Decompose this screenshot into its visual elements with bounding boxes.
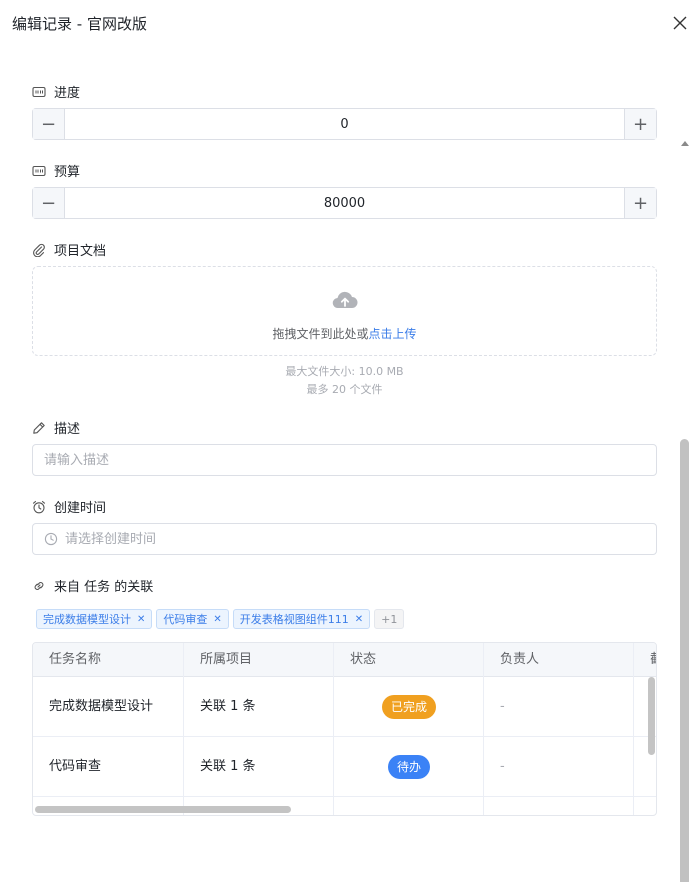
task-name-cell: 代码审查 <box>33 737 184 797</box>
budget-decrement-button[interactable]: − <box>33 188 65 218</box>
dialog-scrollbar[interactable] <box>679 140 691 882</box>
tag-close-icon[interactable]: ✕ <box>355 614 363 625</box>
relation-tag[interactable]: 代码审查 ✕ <box>156 609 229 629</box>
status-cell: 待办 <box>334 737 484 797</box>
relation-tag[interactable]: 完成数据模型设计 ✕ <box>36 609 153 629</box>
dialog-title: 编辑记录 - 官网改版 <box>12 15 147 33</box>
budget-label: 预算 <box>32 161 80 180</box>
scroll-up-arrow-icon[interactable] <box>681 140 689 146</box>
owner-cell: - <box>484 677 634 737</box>
upload-drop-text: 拖拽文件到此处或 <box>272 327 369 341</box>
progress-stepper: − 0 + <box>32 108 657 140</box>
documents-label-text: 项目文档 <box>54 244 107 259</box>
task-name-cell: 完成数据模型设计 <box>33 677 184 737</box>
relations-label-text: 来自 任务 的关联 <box>54 580 154 595</box>
upload-text: 拖拽文件到此处或点击上传 <box>33 325 656 342</box>
tag-close-icon[interactable]: ✕ <box>137 614 145 625</box>
dialog-header: 编辑记录 - 官网改版 <box>0 0 692 48</box>
relation-tag[interactable]: 开发表格视图组件111 ✕ <box>232 609 371 629</box>
budget-stepper: − 80000 + <box>32 187 657 219</box>
file-upload-dropzone[interactable]: 拖拽文件到此处或点击上传 <box>32 266 657 356</box>
relations-table: 任务名称 所属项目 状态 负责人 截 完成数据模型设计 关联 1 条 已完成 -… <box>32 642 657 816</box>
description-input-wrapper <box>32 444 657 476</box>
progress-decrement-button[interactable]: − <box>33 109 65 139</box>
created-time-input[interactable] <box>33 524 656 554</box>
close-icon[interactable] <box>672 15 688 31</box>
alarm-clock-icon <box>32 500 46 514</box>
progress-label: 进度 <box>32 82 80 101</box>
table-vertical-scrollbar[interactable] <box>648 677 655 755</box>
status-badge: 已完成 <box>382 695 437 719</box>
status-cell <box>334 797 484 815</box>
status-cell: 已完成 <box>334 677 484 737</box>
budget-label-text: 预算 <box>54 165 81 180</box>
progress-value[interactable]: 0 <box>65 109 624 139</box>
column-header-task-name[interactable]: 任务名称 <box>33 643 184 677</box>
dialog-scrollbar-thumb[interactable] <box>680 439 689 882</box>
table-header: 任务名称 所属项目 状态 负责人 截 <box>33 643 656 677</box>
clock-icon <box>44 532 58 546</box>
more-tags-badge[interactable]: +1 <box>374 609 405 629</box>
created-time-label-text: 创建时间 <box>54 501 107 516</box>
budget-value[interactable]: 80000 <box>65 188 624 218</box>
project-cell: 关联 1 条 <box>184 737 334 797</box>
table-row[interactable]: 完成数据模型设计 关联 1 条 已完成 - <box>33 677 656 737</box>
number-field-icon <box>32 164 46 178</box>
table-horizontal-scrollbar[interactable] <box>35 806 291 813</box>
column-header-owner[interactable]: 负责人 <box>484 643 634 677</box>
column-header-status[interactable]: 状态 <box>334 643 484 677</box>
link-icon <box>32 579 46 593</box>
relation-tag-label: 代码审查 <box>163 613 208 626</box>
relation-tag-label: 开发表格视图组件111 <box>239 613 349 626</box>
progress-label-text: 进度 <box>54 86 81 101</box>
number-field-icon <box>32 85 46 99</box>
dialog-body: 进度 − 0 + 预算 − 80000 + 项目文档 拖拽文件到此处或点击上传 … <box>0 48 692 882</box>
upload-max-size: 最大文件大小: 10.0 MB <box>285 365 404 378</box>
cloud-upload-icon <box>331 289 359 311</box>
status-badge: 待办 <box>388 755 431 779</box>
tag-close-icon[interactable]: ✕ <box>213 614 221 625</box>
column-header-deadline[interactable]: 截 <box>634 643 656 677</box>
owner-cell <box>484 797 634 815</box>
project-cell: 关联 1 条 <box>184 677 334 737</box>
table-row[interactable]: 代码审查 关联 1 条 待办 - <box>33 737 656 797</box>
pencil-icon <box>32 421 46 435</box>
created-time-picker <box>32 523 657 555</box>
documents-label: 项目文档 <box>32 240 106 259</box>
description-label-text: 描述 <box>54 422 81 437</box>
relation-tags: 完成数据模型设计 ✕ 代码审查 ✕ 开发表格视图组件111 ✕ +1 <box>36 609 405 629</box>
description-input[interactable] <box>33 445 656 475</box>
progress-increment-button[interactable]: + <box>624 109 656 139</box>
relation-tag-label: 完成数据模型设计 <box>43 613 131 626</box>
created-time-label: 创建时间 <box>32 497 106 516</box>
owner-cell: - <box>484 737 634 797</box>
upload-max-files: 最多 20 个文件 <box>306 383 383 396</box>
column-header-project[interactable]: 所属项目 <box>184 643 334 677</box>
paperclip-icon <box>32 243 46 257</box>
budget-increment-button[interactable]: + <box>624 188 656 218</box>
description-label: 描述 <box>32 418 80 437</box>
relations-label: 来自 任务 的关联 <box>32 576 153 595</box>
upload-link[interactable]: 点击上传 <box>369 327 417 341</box>
